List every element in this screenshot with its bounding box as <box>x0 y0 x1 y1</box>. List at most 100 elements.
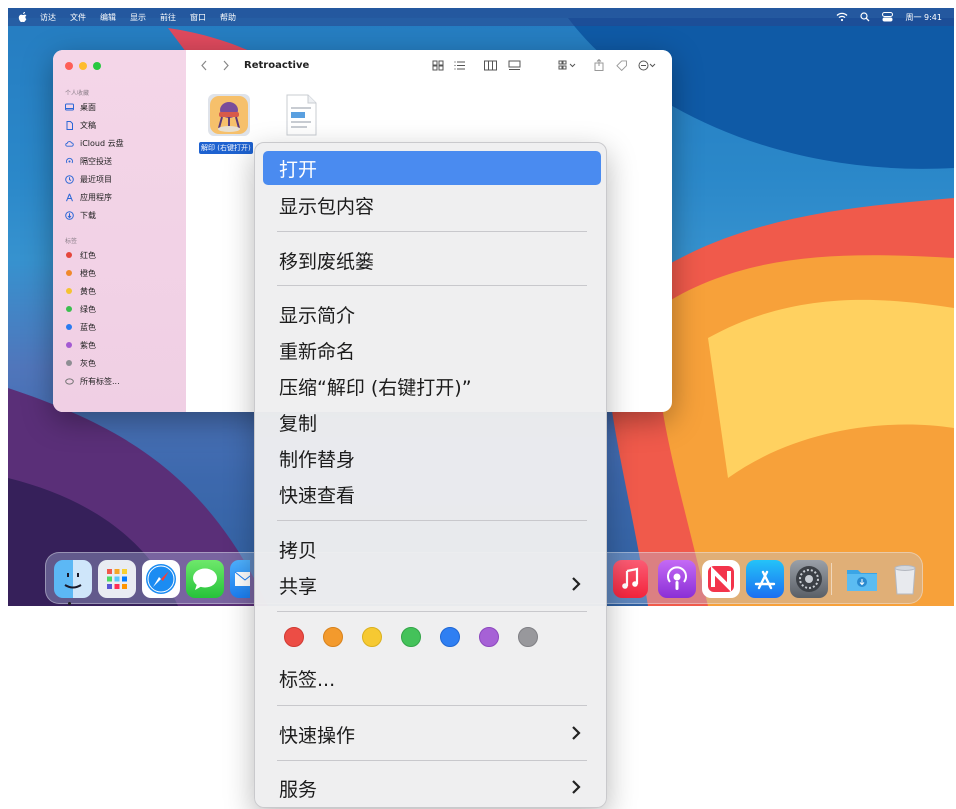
sidebar-all-tags[interactable]: 所有标签... <box>65 373 120 389</box>
tag-dot-icon <box>66 288 72 294</box>
menu-item-copy[interactable]: 拷贝 <box>263 532 601 566</box>
tag-dot-icon <box>66 342 72 348</box>
sidebar-item-recents[interactable]: 最近项目 <box>65 171 112 187</box>
menu-finder[interactable]: 访达 <box>40 12 56 23</box>
tag-dot-icon <box>66 252 72 258</box>
sidebar-tag-label: 灰色 <box>80 358 96 368</box>
menu-help[interactable]: 帮助 <box>220 12 236 23</box>
trash-icon[interactable] <box>886 560 924 598</box>
zoom-button[interactable] <box>93 62 101 70</box>
launchpad-icon[interactable] <box>98 560 136 598</box>
gallery-view-button[interactable] <box>508 60 521 71</box>
column-view-button[interactable] <box>484 60 497 71</box>
context-menu: 打开 显示包内容 移到废纸篓 显示简介 重新命名 压缩“解印 (右键打开)” 复… <box>254 142 607 808</box>
sidebar-item-documents[interactable]: 文稿 <box>65 117 96 133</box>
menu-item-quick-look[interactable]: 快速查看 <box>263 477 601 511</box>
finder-toolbar: Retroactive <box>186 50 672 84</box>
menu-item-open[interactable]: 打开 <box>263 151 601 185</box>
app-store-icon[interactable] <box>746 560 784 598</box>
menu-item-duplicate[interactable]: 复制 <box>263 405 601 439</box>
finder-icon[interactable] <box>54 560 92 598</box>
menu-item-quick-actions[interactable]: 快速操作 <box>263 717 601 751</box>
menu-item-label: 拷贝 <box>279 539 318 562</box>
favorites-heading: 个人收藏 <box>65 90 90 97</box>
podcasts-icon[interactable] <box>658 560 696 598</box>
menu-item-label: 制作替身 <box>279 448 356 471</box>
menu-item-label: 服务 <box>279 778 318 801</box>
sidebar-item-icloud[interactable]: iCloud 云盘 <box>65 135 124 151</box>
menu-item-share[interactable]: 共享 <box>263 568 601 602</box>
menu-go[interactable]: 前往 <box>160 12 176 23</box>
tag-dot-icon <box>66 360 72 366</box>
menu-edit[interactable]: 编辑 <box>100 12 116 23</box>
menu-item-compress[interactable]: 压缩“解印 (右键打开)” <box>263 369 601 403</box>
spotlight-icon[interactable] <box>860 12 870 22</box>
sidebar-tag-label: 所有标签... <box>80 376 120 386</box>
file-item[interactable] <box>281 92 321 142</box>
mail-icon[interactable] <box>230 560 250 598</box>
document-file-icon <box>286 94 317 136</box>
tag-color-purple[interactable] <box>479 627 499 647</box>
menu-item-move-to-trash[interactable]: 移到废纸篓 <box>263 243 601 277</box>
tag-color-red[interactable] <box>284 627 304 647</box>
sidebar-item-airdrop[interactable]: 隔空投送 <box>65 153 112 169</box>
menu-item-get-info[interactable]: 显示简介 <box>263 297 601 331</box>
menu-window[interactable]: 窗口 <box>190 12 206 23</box>
close-button[interactable] <box>65 62 73 70</box>
group-icon <box>558 60 576 70</box>
tag-color-green[interactable] <box>401 627 421 647</box>
group-button[interactable] <box>558 60 578 71</box>
control-center-icon[interactable] <box>882 12 894 22</box>
sidebar-item-applications[interactable]: 应用程序 <box>65 189 112 205</box>
menu-file[interactable]: 文件 <box>70 12 86 23</box>
system-preferences-icon[interactable] <box>790 560 828 598</box>
menu-item-make-alias[interactable]: 制作替身 <box>263 441 601 475</box>
sidebar-item-desktop[interactable]: 桌面 <box>65 99 96 115</box>
sidebar-tag-yellow[interactable]: 黄色 <box>65 283 96 299</box>
file-item-selected[interactable]: 解印 (右键打开) <box>199 92 253 154</box>
tag-color-blue[interactable] <box>440 627 460 647</box>
sidebar-tag-orange[interactable]: 橙色 <box>65 265 96 281</box>
back-button[interactable] <box>200 60 208 71</box>
apple-menu-icon[interactable] <box>18 12 28 22</box>
sidebar-tag-red[interactable]: 红色 <box>65 247 96 263</box>
menu-item-tags[interactable]: 标签... <box>263 661 601 695</box>
menu-item-services[interactable]: 服务 <box>263 771 601 805</box>
menu-item-rename[interactable]: 重新命名 <box>263 333 601 367</box>
sidebar-tag-gray[interactable]: 灰色 <box>65 355 96 371</box>
menu-separator <box>277 705 587 706</box>
share-button[interactable] <box>594 59 604 71</box>
sidebar-tag-blue[interactable]: 蓝色 <box>65 319 96 335</box>
music-icon[interactable] <box>613 560 648 598</box>
sidebar-item-label: 隔空投送 <box>80 156 112 166</box>
menu-view[interactable]: 显示 <box>130 12 146 23</box>
chevron-right-icon <box>223 60 229 71</box>
tag-color-yellow[interactable] <box>362 627 382 647</box>
tag-dot-icon <box>66 324 72 330</box>
clock-icon <box>65 174 74 184</box>
columns-icon <box>484 60 497 71</box>
minimize-button[interactable] <box>79 62 87 70</box>
list-view-button[interactable] <box>454 60 466 71</box>
tag-dot-icon <box>66 306 72 312</box>
sidebar-tag-purple[interactable]: 紫色 <box>65 337 96 353</box>
menu-bar-clock[interactable]: 周一 9:41 <box>905 12 942 23</box>
menu-separator <box>277 231 587 232</box>
wifi-icon[interactable] <box>836 12 848 22</box>
action-menu-button[interactable] <box>638 60 658 71</box>
news-icon[interactable] <box>702 560 740 598</box>
tag-button[interactable] <box>616 60 628 71</box>
forward-button[interactable] <box>222 60 230 71</box>
menu-item-label: 显示简介 <box>279 304 356 327</box>
messages-icon[interactable] <box>186 560 224 598</box>
tag-color-gray[interactable] <box>518 627 538 647</box>
sidebar-tag-green[interactable]: 绿色 <box>65 301 96 317</box>
safari-icon[interactable] <box>142 560 180 598</box>
tag-color-orange[interactable] <box>323 627 343 647</box>
menu-item-show-package-contents[interactable]: 显示包内容 <box>263 188 601 222</box>
sidebar-item-downloads[interactable]: 下载 <box>65 207 96 223</box>
downloads-folder-icon[interactable] <box>843 560 881 598</box>
chevron-left-icon <box>201 60 207 71</box>
icon-view-button[interactable] <box>432 60 444 71</box>
sidebar-item-label: 下载 <box>80 210 96 220</box>
